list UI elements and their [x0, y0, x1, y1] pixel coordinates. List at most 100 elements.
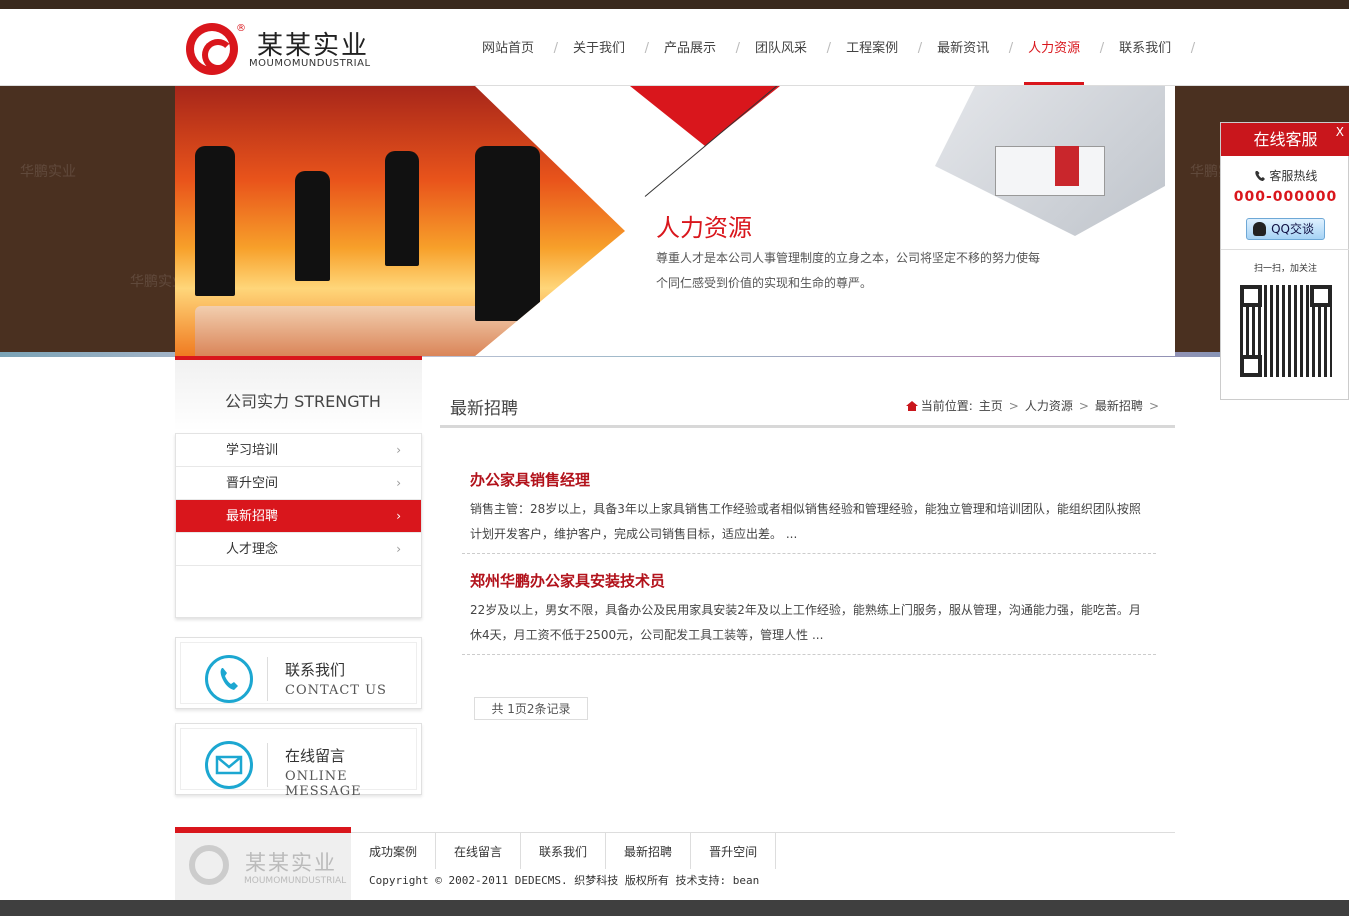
footer-logo-name-en: MOUMOMUNDUSTRIAL — [244, 876, 347, 886]
nav-item-home[interactable]: 网站首页 — [478, 9, 558, 89]
silhouette-person — [195, 146, 235, 296]
contact-box-divider — [267, 657, 268, 701]
sidebar-item-talent-philosophy[interactable]: 人才理念 › — [176, 533, 421, 566]
job-title-link[interactable]: 郑州华鹏办公家具安装技术员 — [470, 570, 665, 591]
qq-chat-button[interactable]: QQ交谈 — [1246, 218, 1325, 240]
office-desk — [995, 146, 1105, 196]
footer-link-recruitment[interactable]: 最新招聘 — [606, 833, 692, 869]
breadcrumb-item-hr[interactable]: 人力资源 — [1025, 397, 1073, 414]
close-icon[interactable]: X — [1336, 123, 1344, 141]
banner-office-image — [935, 86, 1165, 236]
panel-divider — [1221, 249, 1349, 250]
list-item: 办公家具销售经理 销售主管：28岁以上，具备3年以上家具销售工作经验或者相似销售… — [462, 469, 1156, 554]
nav-item-hr[interactable]: 人力资源 — [1024, 9, 1104, 89]
contact-box-inner: 在线留言 ONLINE MESSAGE — [180, 728, 417, 799]
sidebar-menu: 学习培训 › 晋升空间 › 最新招聘 › 人才理念 › — [175, 433, 422, 618]
banner-title: 人力资源 — [656, 214, 752, 242]
content-header: 最新招聘 当前位置: 主页 > 人力资源 > 最新招聘 > — [440, 380, 1175, 428]
logo-reg-mark: ® — [236, 23, 246, 34]
contact-box-title-en: CONTACT US — [285, 683, 387, 698]
office-chair — [1055, 146, 1079, 186]
mail-icon — [205, 741, 253, 789]
silhouette-person — [385, 151, 419, 266]
hotline-number: 000-000000 — [1233, 189, 1338, 205]
nav-item-products[interactable]: 产品展示 — [660, 9, 740, 89]
online-service-panel: 在线客服 X 客服热线 000-000000 QQ交谈 扫一扫，加关注 — [1220, 122, 1349, 400]
breadcrumb-separator-icon: > — [1078, 398, 1089, 413]
footer-link-cases[interactable]: 成功案例 — [351, 833, 437, 869]
header: ® 某某实业 MOUMOMUNDUSTRIAL 网站首页 关于我们 产品展示 团… — [0, 9, 1349, 89]
footer-logo[interactable]: 某某实业 MOUMOMUNDUSTRIAL — [175, 827, 351, 900]
sidebar-item-recruitment[interactable]: 最新招聘 › — [176, 500, 421, 533]
breadcrumb-prefix: 当前位置: — [920, 399, 973, 413]
sidebar-header: 公司实力 STRENGTH — [175, 356, 422, 431]
top-bar — [0, 0, 1349, 9]
breadcrumb-separator-icon: > — [1008, 398, 1019, 413]
footer-red-bar — [175, 827, 351, 833]
footer-link-contact[interactable]: 联系我们 — [521, 833, 607, 869]
breadcrumb-separator-icon: > — [1148, 398, 1159, 413]
job-description: 22岁及以上，男女不限，具备办公及民用家具安装2年及以上工作经验，能熟练上门服务… — [470, 603, 1141, 642]
phone-icon — [205, 655, 253, 703]
logo-name-cn: 某某实业 — [257, 31, 370, 61]
silhouette-person — [475, 146, 540, 321]
main-nav: 网站首页 关于我们 产品展示 团队风采 工程案例 最新资讯 人力资源 联系我们 — [478, 9, 1206, 89]
qr-code — [1240, 285, 1332, 377]
nav-item-team[interactable]: 团队风采 — [751, 9, 831, 89]
hotline-label: 客服热线 — [1221, 167, 1349, 184]
breadcrumb: 当前位置: 主页 > 人力资源 > 最新招聘 > — [905, 397, 1165, 414]
online-service-title: 在线客服 — [1221, 123, 1349, 156]
logo-name-en: MOUMOMUNDUSTRIAL — [249, 58, 371, 69]
footer-logo-name-cn: 某某实业 — [245, 851, 337, 875]
chevron-right-icon: › — [396, 542, 401, 556]
footer-link-promotion[interactable]: 晋升空间 — [691, 833, 777, 869]
chevron-right-icon: › — [396, 443, 401, 457]
logo-mark-icon — [186, 23, 238, 75]
contact-box-title-cn: 联系我们 — [285, 661, 346, 679]
home-icon — [905, 400, 918, 411]
sidebar-red-bar — [175, 356, 422, 360]
silhouette-person — [295, 171, 330, 281]
sidebar-item-promotion[interactable]: 晋升空间 › — [176, 467, 421, 500]
job-title-link[interactable]: 办公家具销售经理 — [470, 469, 590, 490]
bottom-bar — [0, 900, 1349, 916]
nav-item-cases[interactable]: 工程案例 — [842, 9, 922, 89]
contact-box-divider — [267, 743, 268, 787]
online-message-box[interactable]: 在线留言 ONLINE MESSAGE — [175, 723, 422, 799]
scan-follow-text: 扫一扫，加关注 — [1253, 264, 1317, 274]
job-description: 销售主管：28岁以上，具备3年以上家具销售工作经验或者相似销售经验和管理经验，能… — [470, 502, 1141, 541]
banner-sunset-image — [175, 86, 625, 356]
nav-item-about[interactable]: 关于我们 — [569, 9, 649, 89]
qr-finder-icon — [1240, 355, 1262, 377]
contact-box-inner: 联系我们 CONTACT US — [180, 642, 417, 704]
phone-icon — [1254, 171, 1265, 181]
contact-us-box[interactable]: 联系我们 CONTACT US — [175, 637, 422, 709]
nav-active-underline — [1024, 82, 1085, 85]
footer-link-message[interactable]: 在线留言 — [436, 833, 522, 869]
sidebar-item-training[interactable]: 学习培训 › — [176, 434, 421, 467]
watermark-text: 华鹏实业 — [20, 164, 76, 180]
breadcrumb-item-recruitment[interactable]: 最新招聘 — [1095, 397, 1143, 414]
chevron-right-icon: › — [396, 509, 401, 523]
banner-description: 尊重人才是本公司人事管理制度的立身之本，公司将坚定不移的努力使每个同仁感受到价值… — [656, 251, 1041, 290]
business-people-silhouettes — [195, 146, 575, 356]
qq-penguin-icon — [1253, 222, 1266, 236]
qr-finder-icon — [1310, 285, 1332, 307]
site-logo[interactable]: ® 某某实业 MOUMOMUNDUSTRIAL — [186, 23, 376, 75]
sidebar-title: 公司实力 STRENGTH — [225, 392, 381, 411]
qr-finder-icon — [1240, 285, 1262, 307]
nav-item-contact[interactable]: 联系我们 — [1115, 9, 1195, 89]
chevron-right-icon: › — [396, 476, 401, 490]
breadcrumb-item-home[interactable]: 主页 — [979, 397, 1003, 414]
page-title: 最新招聘 — [450, 399, 518, 419]
nav-item-news[interactable]: 最新资讯 — [933, 9, 1013, 89]
hero-banner: 人力资源 尊重人才是本公司人事管理制度的立身之本，公司将坚定不移的努力使每个同仁… — [175, 86, 1175, 356]
contact-box-title-cn: 在线留言 — [285, 747, 346, 765]
banner-red-triangle — [630, 86, 780, 146]
copyright-text: Copyright © 2002-2011 DEDECMS. 织梦科技 版权所有… — [369, 874, 760, 887]
contact-box-title-en: ONLINE MESSAGE — [285, 769, 362, 799]
footer-logo-mark-icon — [189, 845, 229, 885]
footer-links: 成功案例 在线留言 联系我们 最新招聘 晋升空间 — [351, 833, 777, 869]
pagination-info: 共 1页2条记录 — [474, 697, 588, 720]
list-item: 郑州华鹏办公家具安装技术员 22岁及以上，男女不限，具备办公及民用家具安装2年及… — [462, 570, 1156, 655]
